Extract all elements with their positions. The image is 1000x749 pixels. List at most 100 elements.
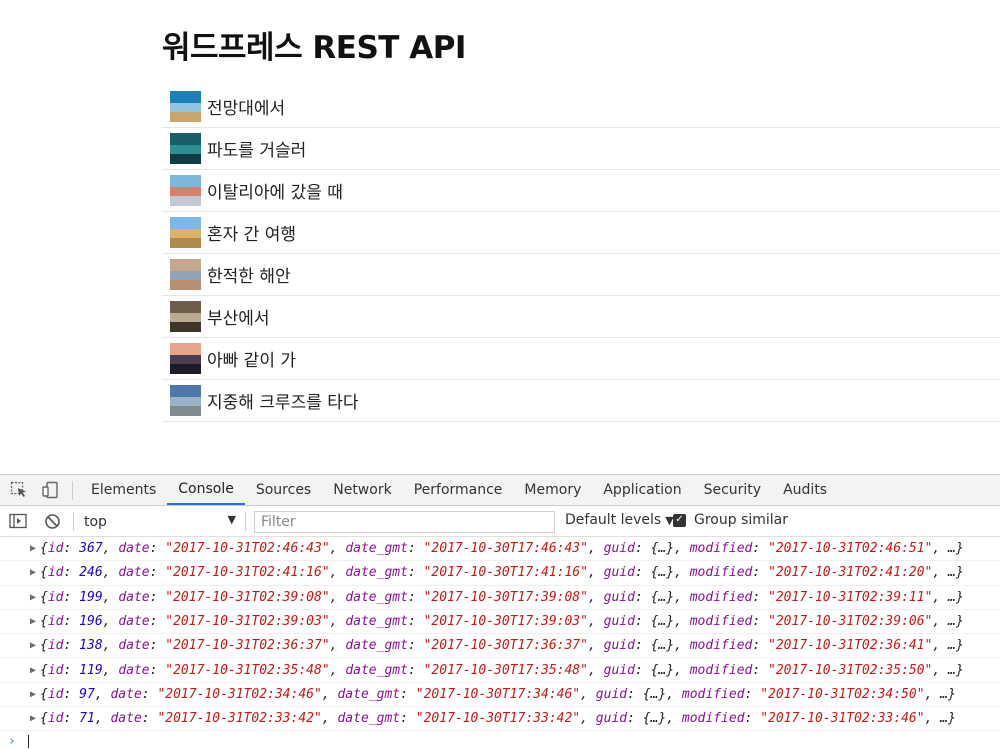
post-thumbnail[interactable] (170, 343, 201, 374)
expand-triangle-icon[interactable]: ▶ (30, 713, 36, 724)
expand-triangle-icon[interactable]: ▶ (30, 689, 36, 700)
key-id: id (47, 565, 64, 581)
log-entry[interactable]: ▶ {id: 246, date: "2017-10-31T02:41:16" , … (0, 561, 1000, 586)
log-date-gmt-value: "2017-10-30T17:39:03" (423, 614, 588, 630)
expand-triangle-icon[interactable]: ▶ (30, 592, 36, 603)
log-guid-value: {…} (650, 565, 675, 581)
log-guid-value: {…} (642, 711, 667, 727)
expand-triangle-icon[interactable]: ▶ (30, 543, 36, 554)
post-thumbnail[interactable] (170, 217, 201, 248)
post-thumbnail[interactable] (170, 133, 201, 164)
post-title[interactable]: 전망대에서 (207, 94, 285, 119)
colon-text: : (63, 638, 80, 654)
post-title[interactable]: 지중해 크루즈를 타다 (207, 388, 359, 413)
log-modified-value: "2017-10-31T02:39:06" (768, 614, 933, 630)
log-entry[interactable]: ▶ {id: 138, date: "2017-10-31T02:36:37" , … (0, 634, 1000, 659)
group-similar-checkbox[interactable]: ✓ Group similar (673, 512, 788, 528)
console-prompt[interactable]: › (0, 731, 1000, 749)
log-entry[interactable]: ▶ {id: 196, date: "2017-10-31T02:39:03" , … (0, 610, 1000, 635)
post-title[interactable]: 부산에서 (207, 304, 270, 329)
post-thumbnail[interactable] (170, 259, 201, 290)
comma-text: , (580, 686, 596, 702)
tab-security[interactable]: Security (693, 475, 773, 505)
post-thumbnail[interactable] (170, 385, 201, 416)
colon-text: : (141, 711, 158, 727)
key-modified: modified (689, 614, 753, 630)
post-item[interactable]: 파도를 거슬러 (162, 128, 1000, 170)
colon-text: : (752, 565, 769, 581)
colon-text: : (149, 565, 166, 581)
tab-memory[interactable]: Memory (513, 475, 592, 505)
log-entry[interactable]: ▶ {id: 97, date: "2017-10-31T02:34:46", d… (0, 683, 1000, 708)
tab-performance[interactable]: Performance (403, 475, 514, 505)
tab-audits[interactable]: Audits (772, 475, 838, 505)
log-entry[interactable]: ▶ {id: 71, date: "2017-10-31T02:33:42", d… (0, 707, 1000, 732)
key-date-gmt: date_gmt (345, 589, 408, 605)
tab-elements[interactable]: Elements (80, 475, 167, 505)
post-title[interactable]: 아빠 같이 가 (207, 346, 296, 371)
tail-text: , …} (932, 638, 964, 654)
post-thumbnail[interactable] (170, 301, 201, 332)
post-item[interactable]: 아빠 같이 가 (162, 338, 1000, 380)
key-id: id (47, 662, 64, 678)
expand-triangle-icon[interactable]: ▶ (30, 616, 36, 627)
filter-input[interactable] (254, 511, 555, 533)
colon-text: : (63, 614, 80, 630)
log-levels-dropdown[interactable]: Default levels ▼ (565, 512, 674, 528)
tail-text: , …} (932, 662, 964, 678)
comma-text: , (587, 614, 604, 630)
comma-text: , (329, 565, 346, 581)
tail-text: , …} (932, 589, 964, 605)
log-guid-value: {…} (650, 662, 675, 678)
text-caret (27, 734, 29, 748)
post-title[interactable]: 한적한 해안 (207, 262, 291, 287)
tab-network[interactable]: Network (322, 475, 402, 505)
post-item[interactable]: 전망대에서 (162, 86, 1000, 128)
tab-console[interactable]: Console (167, 475, 245, 505)
post-item[interactable]: 지중해 크루즈를 타다 (162, 380, 1000, 422)
show-sidebar-icon[interactable] (8, 511, 28, 531)
log-entry[interactable]: ▶ {id: 367, date: "2017-10-31T02:46:43" , … (0, 537, 1000, 562)
log-date-gmt-value: "2017-10-30T17:41:16" (423, 565, 588, 581)
log-date-gmt-value: "2017-10-30T17:39:08" (423, 589, 588, 605)
comma-text: , (666, 711, 682, 727)
key-date-gmt: date_gmt (345, 614, 408, 630)
expand-triangle-icon[interactable]: ▶ (30, 567, 36, 578)
comma-text: , (674, 541, 690, 557)
key-date: date (118, 541, 150, 557)
post-item[interactable]: 부산에서 (162, 296, 1000, 338)
log-entry[interactable]: ▶ {id: 199, date: "2017-10-31T02:39:08" , … (0, 586, 1000, 610)
tab-sources[interactable]: Sources (245, 475, 322, 505)
context-select[interactable]: top ▼ (84, 511, 240, 532)
brace-text: { (40, 711, 48, 727)
post-thumbnail[interactable] (170, 175, 201, 206)
tail-text: , …} (932, 565, 964, 581)
key-date: date (118, 614, 150, 630)
brace-text: { (40, 638, 48, 654)
inspect-element-icon[interactable] (9, 480, 29, 500)
device-toolbar-icon[interactable] (40, 480, 60, 500)
comma-text: , (102, 638, 119, 654)
tail-text: , …} (932, 614, 964, 630)
log-date-value: "2017-10-31T02:46:43" (165, 541, 330, 557)
comma-text: , (329, 638, 346, 654)
post-item[interactable]: 이탈리아에 갔을 때 (162, 170, 1000, 212)
tab-application[interactable]: Application (592, 475, 692, 505)
post-item[interactable]: 혼자 간 여행 (162, 212, 1000, 254)
expand-triangle-icon[interactable]: ▶ (30, 665, 36, 676)
post-thumbnail[interactable] (170, 91, 201, 122)
log-date-value: "2017-10-31T02:36:37" (165, 638, 330, 654)
key-id: id (47, 711, 64, 727)
expand-triangle-icon[interactable]: ▶ (30, 640, 36, 651)
comma-text: , (329, 662, 346, 678)
post-title[interactable]: 파도를 거슬러 (207, 136, 306, 161)
post-title[interactable]: 이탈리아에 갔을 때 (207, 178, 343, 203)
brace-text: { (40, 589, 48, 605)
key-guid: guid (603, 662, 635, 678)
key-guid: guid (603, 541, 635, 557)
log-entry[interactable]: ▶ {id: 119, date: "2017-10-31T02:35:48" , … (0, 658, 1000, 683)
post-title[interactable]: 혼자 간 여행 (207, 220, 296, 245)
key-id: id (47, 614, 64, 630)
clear-console-icon[interactable] (42, 511, 62, 531)
post-item[interactable]: 한적한 해안 (162, 254, 1000, 296)
